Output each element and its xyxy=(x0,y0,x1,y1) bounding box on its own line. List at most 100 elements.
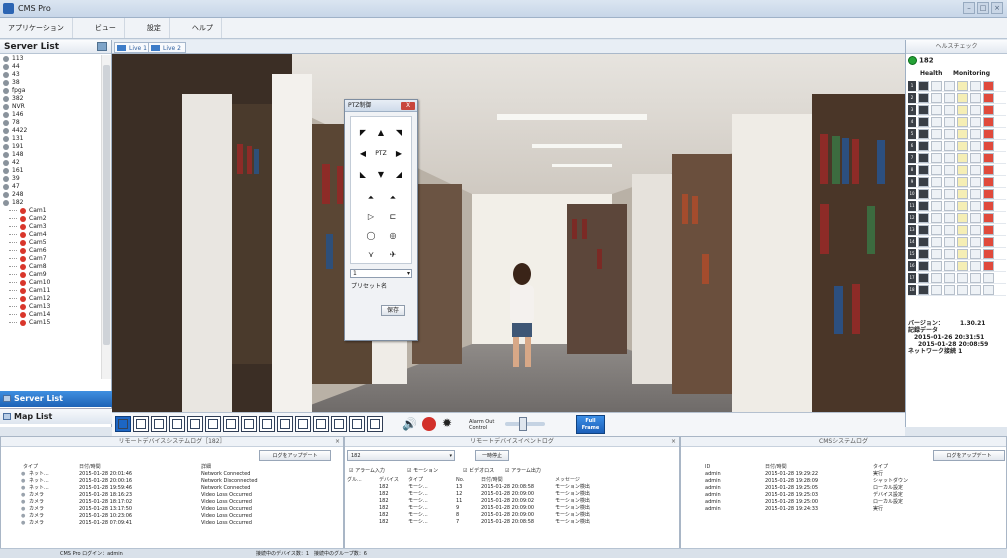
table-row[interactable]: ● カメラ 2015-01-28 18:17:02 Video Loss Occurr… xyxy=(1,499,343,506)
menu-application[interactable]: アプリケーション xyxy=(0,18,73,38)
table-row[interactable]: 182 モーシ... 13 2015-01-28 20:08:58 モーション検出 xyxy=(345,484,679,491)
tree-camera-item[interactable]: Cam12 xyxy=(0,295,102,303)
table-row[interactable]: admin 2015-01-28 19:25:00 ローカル設定 xyxy=(681,499,1006,506)
event-device-select[interactable]: 182 ▾ xyxy=(347,450,455,461)
event-filter-checkbox[interactable]: ☑ モーション xyxy=(407,467,438,474)
tree-camera-item[interactable]: Cam2 xyxy=(0,215,102,223)
tree-server-item[interactable]: 131 xyxy=(0,135,102,143)
full-frame-button[interactable]: Full Frame xyxy=(576,415,605,434)
table-row[interactable]: 182 モーシ... 9 2015-01-28 20:09:00 モーション検出 xyxy=(345,505,679,512)
alarm-icon[interactable]: ✹ xyxy=(442,416,452,430)
layout-2-button[interactable] xyxy=(133,416,149,432)
maximize-button[interactable]: □ xyxy=(977,2,989,14)
table-row[interactable]: admin 2015-01-28 19:24:33 実行 xyxy=(681,506,1006,513)
tree-camera-item[interactable]: Cam3 xyxy=(0,223,102,231)
update-cms-log-button[interactable]: ログをアップデート xyxy=(933,450,1005,461)
tree-server-item[interactable]: 161 xyxy=(0,167,102,175)
table-row[interactable]: admin 2015-01-28 19:29:22 実行 xyxy=(681,471,1006,478)
menu-help[interactable]: ヘルプ xyxy=(184,18,222,38)
table-row[interactable]: ● ネット... 2015-01-28 20:00:16 Network Discon… xyxy=(1,478,343,485)
tree-server-item[interactable]: 43 xyxy=(0,71,102,79)
table-row[interactable]: ● カメラ 2015-01-28 10:23:06 Video Loss Occurr… xyxy=(1,513,343,520)
tree-server-item[interactable]: 42 xyxy=(0,159,102,167)
ptz-close-button[interactable]: X xyxy=(401,102,415,110)
table-row[interactable]: admin 2015-01-28 19:25:03 デバイス設定 xyxy=(681,492,1006,499)
tree-camera-item[interactable]: Cam13 xyxy=(0,303,102,311)
layout-15-button[interactable] xyxy=(367,416,383,432)
tree-server-item[interactable]: 113 xyxy=(0,55,102,63)
table-row[interactable]: ● カメラ 2015-01-28 13:17:50 Video Loss Occurr… xyxy=(1,506,343,513)
tree-camera-item[interactable]: Cam15 xyxy=(0,319,102,327)
ptz-left-button[interactable]: ◀ xyxy=(355,148,371,160)
layout-8-button[interactable] xyxy=(241,416,257,432)
minimize-button[interactable]: – xyxy=(963,2,975,14)
tree-scrollbar[interactable] xyxy=(101,55,111,379)
close-button[interactable]: × xyxy=(991,2,1003,14)
table-row[interactable]: 182 モーシ... 11 2015-01-28 20:09:02 モーション検出 xyxy=(345,498,679,505)
menu-view[interactable]: ビュー xyxy=(87,18,125,38)
tree-camera-item[interactable]: Cam7 xyxy=(0,255,102,263)
layout-13-button[interactable] xyxy=(331,416,347,432)
tree-camera-item[interactable]: Cam8 xyxy=(0,263,102,271)
focus-far-icon[interactable]: ⊏ xyxy=(385,211,401,223)
layout-6-button[interactable] xyxy=(205,416,221,432)
auto-pan-icon[interactable]: ✈ xyxy=(385,249,401,261)
scrollbar-thumb[interactable] xyxy=(103,65,110,345)
tree-server-item[interactable]: 4422 xyxy=(0,127,102,135)
tab-live-2[interactable]: Live 2 xyxy=(148,42,186,53)
layout-5-button[interactable] xyxy=(187,416,203,432)
zoom-out-icon[interactable]: ⏶ xyxy=(385,192,401,204)
layout-7-button[interactable] xyxy=(223,416,239,432)
record-icon[interactable] xyxy=(422,417,436,431)
tree-server-item[interactable]: 248 xyxy=(0,191,102,199)
preset-save-button[interactable]: 保存 xyxy=(381,305,405,316)
tree-camera-item[interactable]: Cam9 xyxy=(0,271,102,279)
event-filter-checkbox[interactable]: ☑ アラーム入力 xyxy=(349,467,385,474)
speaker-icon[interactable]: 🔊 xyxy=(402,417,417,431)
tree-server-item[interactable]: 382 xyxy=(0,95,102,103)
tree-server-item[interactable]: 78 xyxy=(0,119,102,127)
tree-camera-item[interactable]: Cam6 xyxy=(0,247,102,255)
iris-open-icon[interactable]: ◯ xyxy=(363,230,379,242)
update-log-button[interactable]: ログをアップデート xyxy=(259,450,331,461)
tree-server-item[interactable]: fpga xyxy=(0,87,102,95)
tree-camera-item[interactable]: Cam5 xyxy=(0,239,102,247)
layout-3-button[interactable] xyxy=(151,416,167,432)
layout-10-button[interactable] xyxy=(277,416,293,432)
layout-9-button[interactable] xyxy=(259,416,275,432)
zoom-in-icon[interactable]: ⏶ xyxy=(363,192,379,204)
pause-button[interactable]: 一時停止 xyxy=(475,450,509,461)
tree-camera-item[interactable]: Cam4 xyxy=(0,231,102,239)
ptz-down-right-button[interactable]: ◢ xyxy=(391,169,407,181)
tree-server-item[interactable]: NVR xyxy=(0,103,102,111)
table-row[interactable]: 182 モーシ... 8 2015-01-28 20:09:00 モーション検出 xyxy=(345,512,679,519)
layout-12-button[interactable] xyxy=(313,416,329,432)
refresh-icon[interactable] xyxy=(97,42,107,51)
close-icon[interactable]: × xyxy=(335,437,340,447)
tab-server-list[interactable]: Server List xyxy=(0,391,112,407)
close-icon[interactable]: × xyxy=(671,437,676,447)
ptz-down-left-button[interactable]: ◣ xyxy=(355,169,371,181)
tree-server-item[interactable]: 191 xyxy=(0,143,102,151)
alarm-out-control-button[interactable]: Alarm Out Control xyxy=(459,415,495,433)
tab-map-list[interactable]: Map List xyxy=(0,408,112,424)
focus-near-icon[interactable]: ▷ xyxy=(363,211,379,223)
tree-camera-item[interactable]: Cam14 xyxy=(0,311,102,319)
ptz-up-left-button[interactable]: ◤ xyxy=(355,127,371,139)
tree-camera-item[interactable]: Cam1 xyxy=(0,207,102,215)
ptz-up-right-button[interactable]: ◥ xyxy=(391,127,407,139)
tab-live-1[interactable]: Live 1 xyxy=(114,42,152,53)
table-row[interactable]: ● カメラ 2015-01-28 07:09:41 Video Loss Occurr… xyxy=(1,520,343,527)
event-filter-checkbox[interactable]: ☑ ビデオロス xyxy=(463,467,494,474)
iris-close-icon[interactable]: ◎ xyxy=(385,230,401,242)
auto-focus-icon[interactable]: ⋎ xyxy=(363,249,379,261)
tree-camera-item[interactable]: Cam10 xyxy=(0,279,102,287)
table-row[interactable]: ● ネット... 2015-01-28 19:59:46 Network Connec… xyxy=(1,485,343,492)
layout-1-button[interactable] xyxy=(115,416,131,432)
ptz-down-button[interactable]: ▼ xyxy=(373,169,389,181)
slider-knob[interactable] xyxy=(519,417,527,431)
layout-14-button[interactable] xyxy=(349,416,365,432)
tree-camera-item[interactable]: Cam11 xyxy=(0,287,102,295)
event-filter-checkbox[interactable]: ☑ アラーム出力 xyxy=(505,467,541,474)
tree-server-item[interactable]: 38 xyxy=(0,79,102,87)
